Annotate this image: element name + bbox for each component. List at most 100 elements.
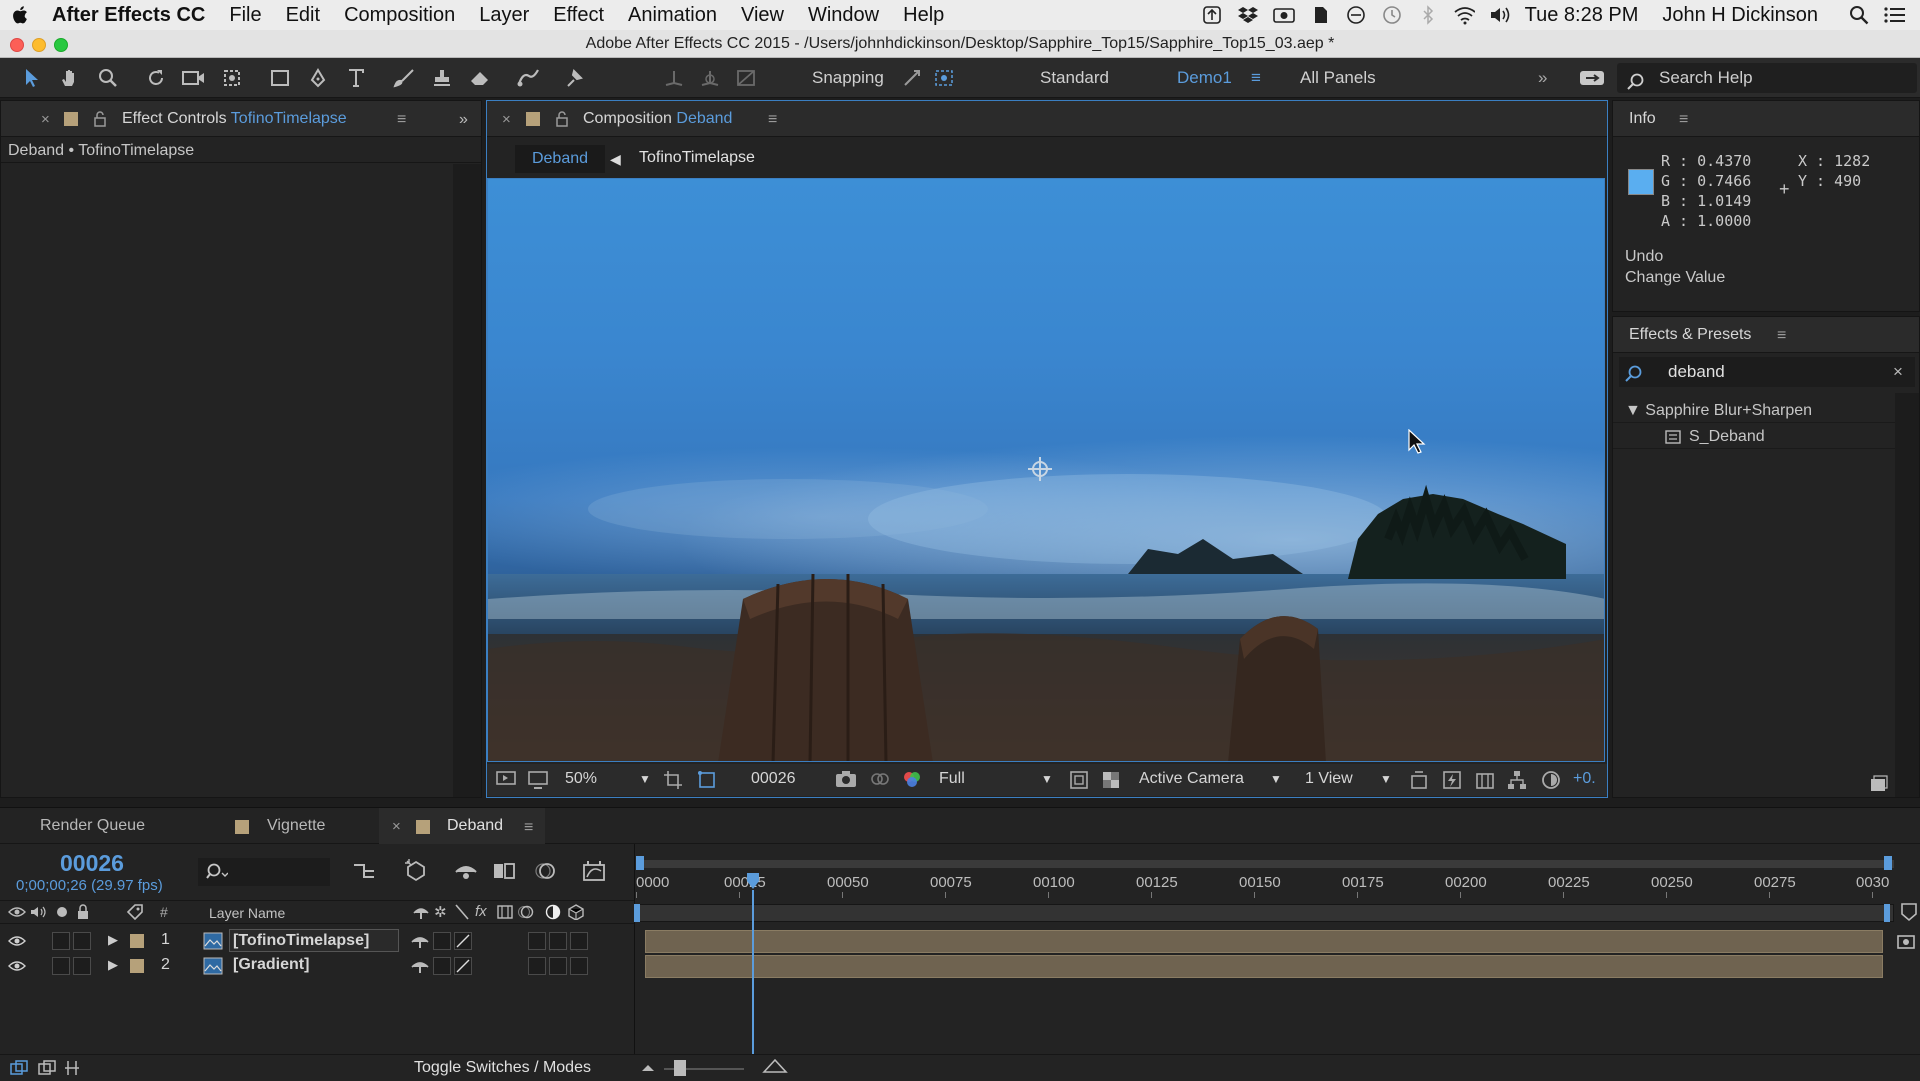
menu-edit[interactable]: Edit bbox=[274, 4, 332, 27]
comp-crumb-layer[interactable]: TofinoTimelapse bbox=[639, 149, 755, 167]
menu-view[interactable]: View bbox=[729, 4, 796, 27]
camera-tool-icon[interactable] bbox=[180, 64, 208, 92]
menu-help[interactable]: Help bbox=[891, 4, 956, 27]
3d-switch[interactable] bbox=[570, 957, 588, 975]
chevron-down-icon[interactable]: ▼ bbox=[1041, 772, 1053, 786]
menu-layer[interactable]: Layer bbox=[467, 4, 541, 27]
effect-controls-scrollbar[interactable] bbox=[453, 164, 481, 797]
zoom-slider-thumb[interactable] bbox=[674, 1060, 686, 1076]
adjustment-switch[interactable] bbox=[549, 957, 567, 975]
panel-menu-icon[interactable]: ≡ bbox=[1777, 327, 1786, 345]
menu-file[interactable]: File bbox=[217, 4, 273, 27]
flowchart-icon[interactable] bbox=[1507, 770, 1527, 790]
menu-effect[interactable]: Effect bbox=[541, 4, 616, 27]
quality-switch-icon[interactable] bbox=[455, 904, 469, 920]
collapse-switch[interactable] bbox=[433, 957, 451, 975]
always-preview-icon[interactable] bbox=[495, 770, 517, 788]
camera-view-dropdown[interactable]: Active Camera bbox=[1139, 770, 1244, 788]
comp-mini-flowchart-icon[interactable] bbox=[352, 860, 378, 882]
close-icon[interactable]: × bbox=[502, 111, 511, 128]
rectangle-tool-icon[interactable] bbox=[266, 64, 294, 92]
collapse-switch[interactable] bbox=[433, 932, 451, 950]
eraser-tool-icon[interactable] bbox=[466, 64, 494, 92]
tab-deband[interactable]: Deband bbox=[447, 817, 503, 835]
zoom-out-icon[interactable] bbox=[640, 1061, 656, 1073]
clear-search-icon[interactable]: × bbox=[1893, 362, 1903, 382]
video-visibility-icon[interactable] bbox=[8, 905, 26, 919]
timeline-toggle-icon[interactable] bbox=[1475, 770, 1495, 790]
zoom-in-icon[interactable] bbox=[762, 1058, 788, 1074]
comp-start-marker[interactable] bbox=[634, 904, 640, 922]
selection-tool-icon[interactable] bbox=[18, 64, 46, 92]
3d-switch[interactable] bbox=[570, 932, 588, 950]
status-app-icon[interactable] bbox=[1201, 4, 1223, 26]
comp-crumb-deband[interactable]: Deband bbox=[515, 145, 605, 173]
crumb-arrow-icon[interactable]: ◀ bbox=[610, 151, 621, 168]
tab-vignette[interactable]: Vignette bbox=[267, 817, 325, 835]
shy-switch-icon[interactable] bbox=[411, 933, 429, 949]
motion-blur-switch[interactable] bbox=[528, 957, 546, 975]
roto-brush-tool-icon[interactable] bbox=[514, 64, 542, 92]
sync-settings-icon[interactable] bbox=[1578, 64, 1606, 92]
in-out-icon[interactable] bbox=[64, 1060, 80, 1076]
chevron-down-icon[interactable]: ▼ bbox=[1270, 772, 1282, 786]
lock-checkbox[interactable] bbox=[73, 957, 91, 975]
solo-checkbox[interactable] bbox=[52, 957, 70, 975]
app-menu[interactable]: After Effects CC bbox=[42, 4, 217, 27]
layer-duration-bar[interactable] bbox=[645, 930, 1883, 953]
draft-3d-icon[interactable] bbox=[404, 858, 428, 882]
show-snapshot-icon[interactable] bbox=[869, 770, 891, 788]
layer-label-color[interactable] bbox=[130, 959, 144, 973]
3d-layer-switch-icon[interactable] bbox=[568, 904, 584, 920]
channels-icon[interactable] bbox=[901, 770, 923, 790]
layer-label-color[interactable] bbox=[130, 934, 144, 948]
zoom-tool-icon[interactable] bbox=[94, 64, 122, 92]
solo-checkbox[interactable] bbox=[52, 932, 70, 950]
world-axis-mode-icon[interactable] bbox=[696, 64, 724, 92]
expand-triangle-icon[interactable]: ▶ bbox=[108, 957, 118, 973]
collapse-switch-icon[interactable]: ✲ bbox=[434, 903, 447, 921]
panel-menu-icon[interactable]: ≡ bbox=[397, 111, 406, 129]
menu-animation[interactable]: Animation bbox=[616, 4, 729, 27]
snapshot-camera-icon[interactable] bbox=[835, 770, 857, 788]
graph-editor-icon[interactable] bbox=[582, 860, 606, 882]
layer-options-icon[interactable] bbox=[1896, 932, 1918, 952]
eye-icon[interactable] bbox=[8, 935, 26, 947]
panel-menu-icon[interactable]: ≡ bbox=[768, 111, 777, 129]
snap-edges-icon[interactable] bbox=[898, 64, 926, 92]
zoom-window-button[interactable] bbox=[54, 38, 68, 52]
pan-behind-tool-icon[interactable] bbox=[218, 64, 246, 92]
minimize-window-button[interactable] bbox=[32, 38, 46, 52]
dropbox-icon[interactable] bbox=[1237, 4, 1259, 26]
work-area-bar[interactable] bbox=[636, 860, 1894, 868]
work-area-start-handle[interactable] bbox=[636, 856, 644, 870]
notification-center-icon[interactable] bbox=[1884, 4, 1906, 26]
volume-icon[interactable] bbox=[1489, 4, 1511, 26]
close-icon[interactable]: × bbox=[392, 818, 401, 835]
workspace-menu-icon[interactable]: ≡ bbox=[1251, 68, 1261, 88]
layer-duration-bar[interactable] bbox=[645, 955, 1883, 978]
menu-window[interactable]: Window bbox=[796, 4, 891, 27]
screen-capture-icon[interactable] bbox=[1272, 4, 1295, 26]
time-machine-icon[interactable] bbox=[1381, 4, 1403, 26]
view-layout-dropdown[interactable]: 1 View bbox=[1305, 770, 1353, 788]
apple-icon[interactable] bbox=[0, 5, 42, 25]
effects-switch-icon[interactable]: fx bbox=[475, 903, 487, 920]
clone-stamp-tool-icon[interactable] bbox=[428, 64, 456, 92]
audio-icon[interactable] bbox=[30, 905, 48, 919]
monitor-icon[interactable] bbox=[527, 770, 549, 790]
effects-presets-tab[interactable]: Effects & Presets ≡ bbox=[1613, 317, 1919, 353]
new-bin-icon[interactable] bbox=[1869, 775, 1889, 793]
tab-render-queue[interactable]: Render Queue bbox=[40, 817, 145, 835]
view-axis-mode-icon[interactable] bbox=[732, 64, 760, 92]
spotlight-search-icon[interactable] bbox=[1848, 4, 1870, 26]
panel-menu-icon[interactable]: ≡ bbox=[524, 819, 533, 837]
expand-triangle-icon[interactable]: ▶ bbox=[108, 932, 118, 948]
workspace-standard[interactable]: Standard bbox=[1040, 68, 1109, 88]
layer-row[interactable]: ▶ 2 [Gradient] bbox=[0, 954, 634, 979]
workspace-all-panels[interactable]: All Panels bbox=[1300, 68, 1376, 88]
composition-tab[interactable]: × Composition Deband ≡ bbox=[487, 101, 1607, 137]
menu-composition[interactable]: Composition bbox=[332, 4, 467, 27]
layer-row[interactable]: ▶ 1 [TofinoTimelapse] bbox=[0, 929, 634, 954]
menubar-clock[interactable]: Tue 8:28 PM bbox=[1525, 4, 1639, 27]
